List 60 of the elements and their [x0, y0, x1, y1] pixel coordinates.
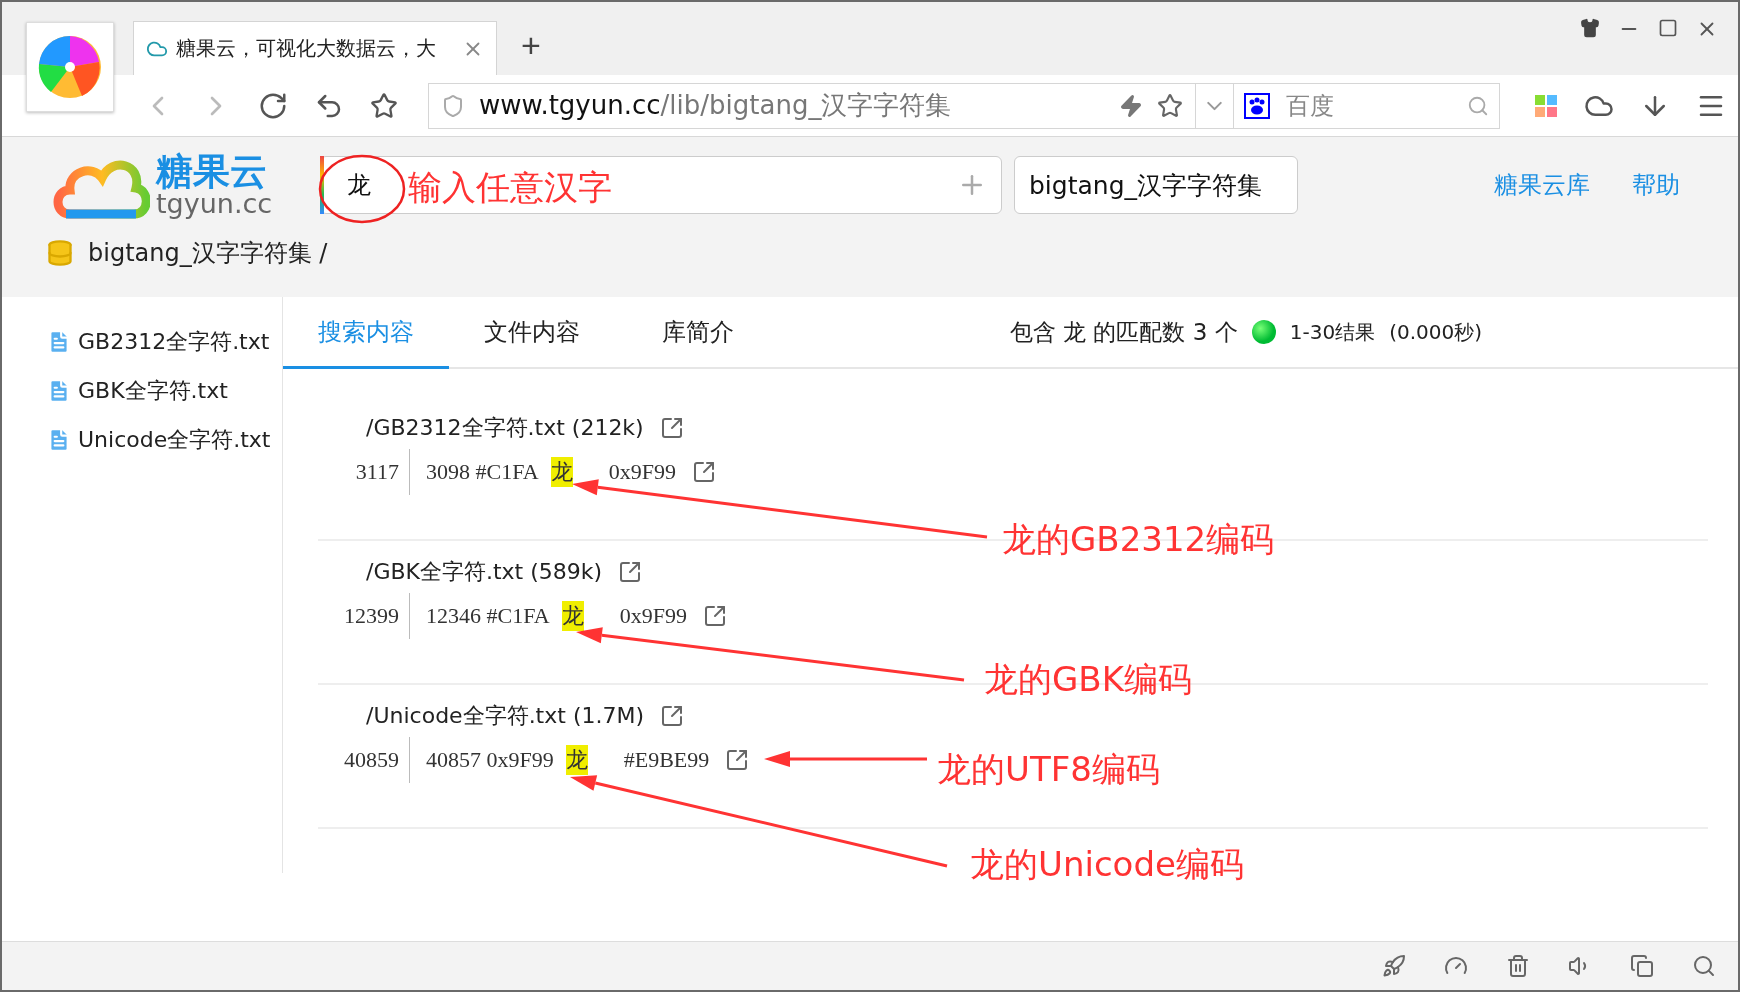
- annotation-text: 龙的Unicode编码: [970, 843, 1244, 886]
- new-tab-button[interactable]: +: [515, 26, 547, 65]
- highlighted-char: 龙: [561, 601, 584, 631]
- line-number: 40859: [318, 737, 410, 783]
- trash-icon[interactable]: [1506, 954, 1530, 978]
- shirt-icon[interactable]: [1580, 18, 1600, 38]
- result-code: 12346 #C1FA: [426, 603, 550, 629]
- pinwheel-icon: [37, 34, 103, 100]
- external-link-icon[interactable]: [618, 560, 643, 584]
- search-icon[interactable]: [1692, 954, 1716, 978]
- result-file-name[interactable]: /GB2312全字符.txt (212k): [366, 413, 644, 443]
- result-code: 40857 0x9F99: [426, 747, 554, 773]
- url-text: www.tgyun.cc/lib/bigtang_汉字字符集: [479, 89, 953, 122]
- file-item[interactable]: GBK全字符.txt: [2, 366, 282, 415]
- paw-icon: [1244, 92, 1270, 119]
- content-tab[interactable]: 文件内容: [449, 297, 615, 369]
- logo-name: 糖果云: [156, 153, 268, 190]
- star-icon[interactable]: [1157, 92, 1183, 119]
- star-icon[interactable]: [370, 91, 398, 120]
- app-grid-icon[interactable]: [1534, 93, 1558, 118]
- site-logo[interactable]: 糖果云 tgyun.cc: [52, 150, 320, 220]
- result-code: 0x9F99: [608, 459, 676, 485]
- annotation-text: 龙的UTF8编码: [937, 748, 1160, 791]
- external-link-icon[interactable]: [660, 704, 685, 728]
- match-count: 包含 龙 的匹配数 3 个: [1009, 317, 1238, 347]
- tab-title: 糖果云，可视化大数据云，大: [176, 35, 437, 62]
- result-range: 1-30结果: [1289, 318, 1376, 346]
- result-code: 3098 #C1FA: [426, 459, 539, 485]
- browser-logo[interactable]: [26, 22, 114, 112]
- external-link-icon[interactable]: [725, 748, 750, 772]
- annotation-text: 输入任意汉字: [408, 166, 612, 209]
- highlighted-char: 龙: [565, 745, 588, 775]
- rocket-icon[interactable]: [1382, 954, 1406, 978]
- result-file-name[interactable]: /GBK全字符.txt (589k): [366, 557, 603, 587]
- external-link-icon[interactable]: [691, 460, 716, 484]
- shield-icon: [441, 93, 465, 118]
- line-number: 12399: [318, 593, 410, 639]
- search-engine-field[interactable]: 百度: [1234, 82, 1500, 129]
- lightning-icon[interactable]: [1119, 93, 1143, 118]
- result-code: #E9BE99: [623, 747, 710, 773]
- status-dot: [1251, 320, 1276, 344]
- annotation-text: 龙的GB2312编码: [1002, 518, 1275, 561]
- maximize-icon[interactable]: [1658, 18, 1678, 38]
- logo-domain: tgyun.cc: [156, 190, 273, 217]
- address-bar[interactable]: www.tgyun.cc/lib/bigtang_汉字字符集: [428, 82, 1196, 129]
- browser-tab[interactable]: 糖果云，可视化大数据云，大: [133, 21, 497, 75]
- breadcrumb[interactable]: bigtang_汉字字符集 /: [88, 237, 328, 269]
- line-number: 3117: [318, 449, 410, 495]
- file-item[interactable]: Unicode全字符.txt: [2, 415, 282, 464]
- content-tab[interactable]: 库简介: [615, 297, 781, 369]
- database-icon: [46, 239, 74, 267]
- result-code: 0x9F99: [619, 603, 687, 629]
- library-field[interactable]: bigtang_汉字字符集: [1014, 156, 1298, 214]
- annotation-text: 龙的GBK编码: [984, 658, 1192, 701]
- result-file-name[interactable]: /Unicode全字符.txt (1.7M): [366, 701, 645, 731]
- external-link-icon[interactable]: [702, 604, 727, 628]
- external-link-icon[interactable]: [659, 416, 684, 440]
- file-item[interactable]: GB2312全字符.txt: [2, 317, 282, 366]
- highlighted-char: 龙: [550, 457, 573, 487]
- search-time: (0.000秒): [1389, 318, 1482, 346]
